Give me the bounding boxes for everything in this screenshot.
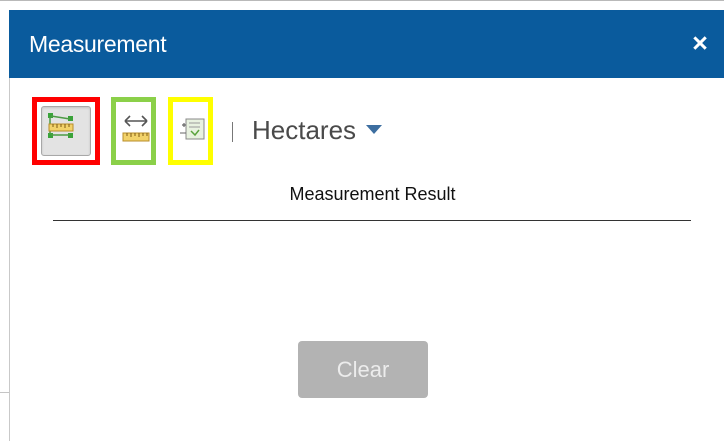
distance-tool-button[interactable] xyxy=(111,97,156,165)
unit-dropdown-label: Hectares xyxy=(252,115,357,145)
panel-title: Measurement xyxy=(29,31,167,57)
location-measure-icon xyxy=(180,118,205,140)
map-border xyxy=(0,0,724,1)
distance-measure-icon xyxy=(122,115,150,142)
page: Measurement × Hectares Measurement Resul… xyxy=(0,0,724,441)
area-tool-button[interactable] xyxy=(32,97,100,165)
area-measure-icon xyxy=(48,113,74,138)
measurement-panel: Measurement × Hectares Measurement Resul… xyxy=(9,10,724,441)
location-tool-button[interactable] xyxy=(168,97,213,165)
result-title: Measurement Result xyxy=(289,184,456,204)
toolbar-separator xyxy=(232,122,233,142)
clear-button[interactable]: Clear xyxy=(298,341,428,398)
map-area[interactable] xyxy=(0,392,9,441)
result-divider xyxy=(53,220,691,221)
panel-titlebar[interactable]: Measurement × xyxy=(9,10,724,78)
close-icon[interactable]: × xyxy=(688,30,712,57)
unit-dropdown[interactable]: Hectares xyxy=(252,114,383,146)
chevron-down-icon xyxy=(366,124,383,134)
measurement-toolbar: Hectares xyxy=(10,78,724,178)
